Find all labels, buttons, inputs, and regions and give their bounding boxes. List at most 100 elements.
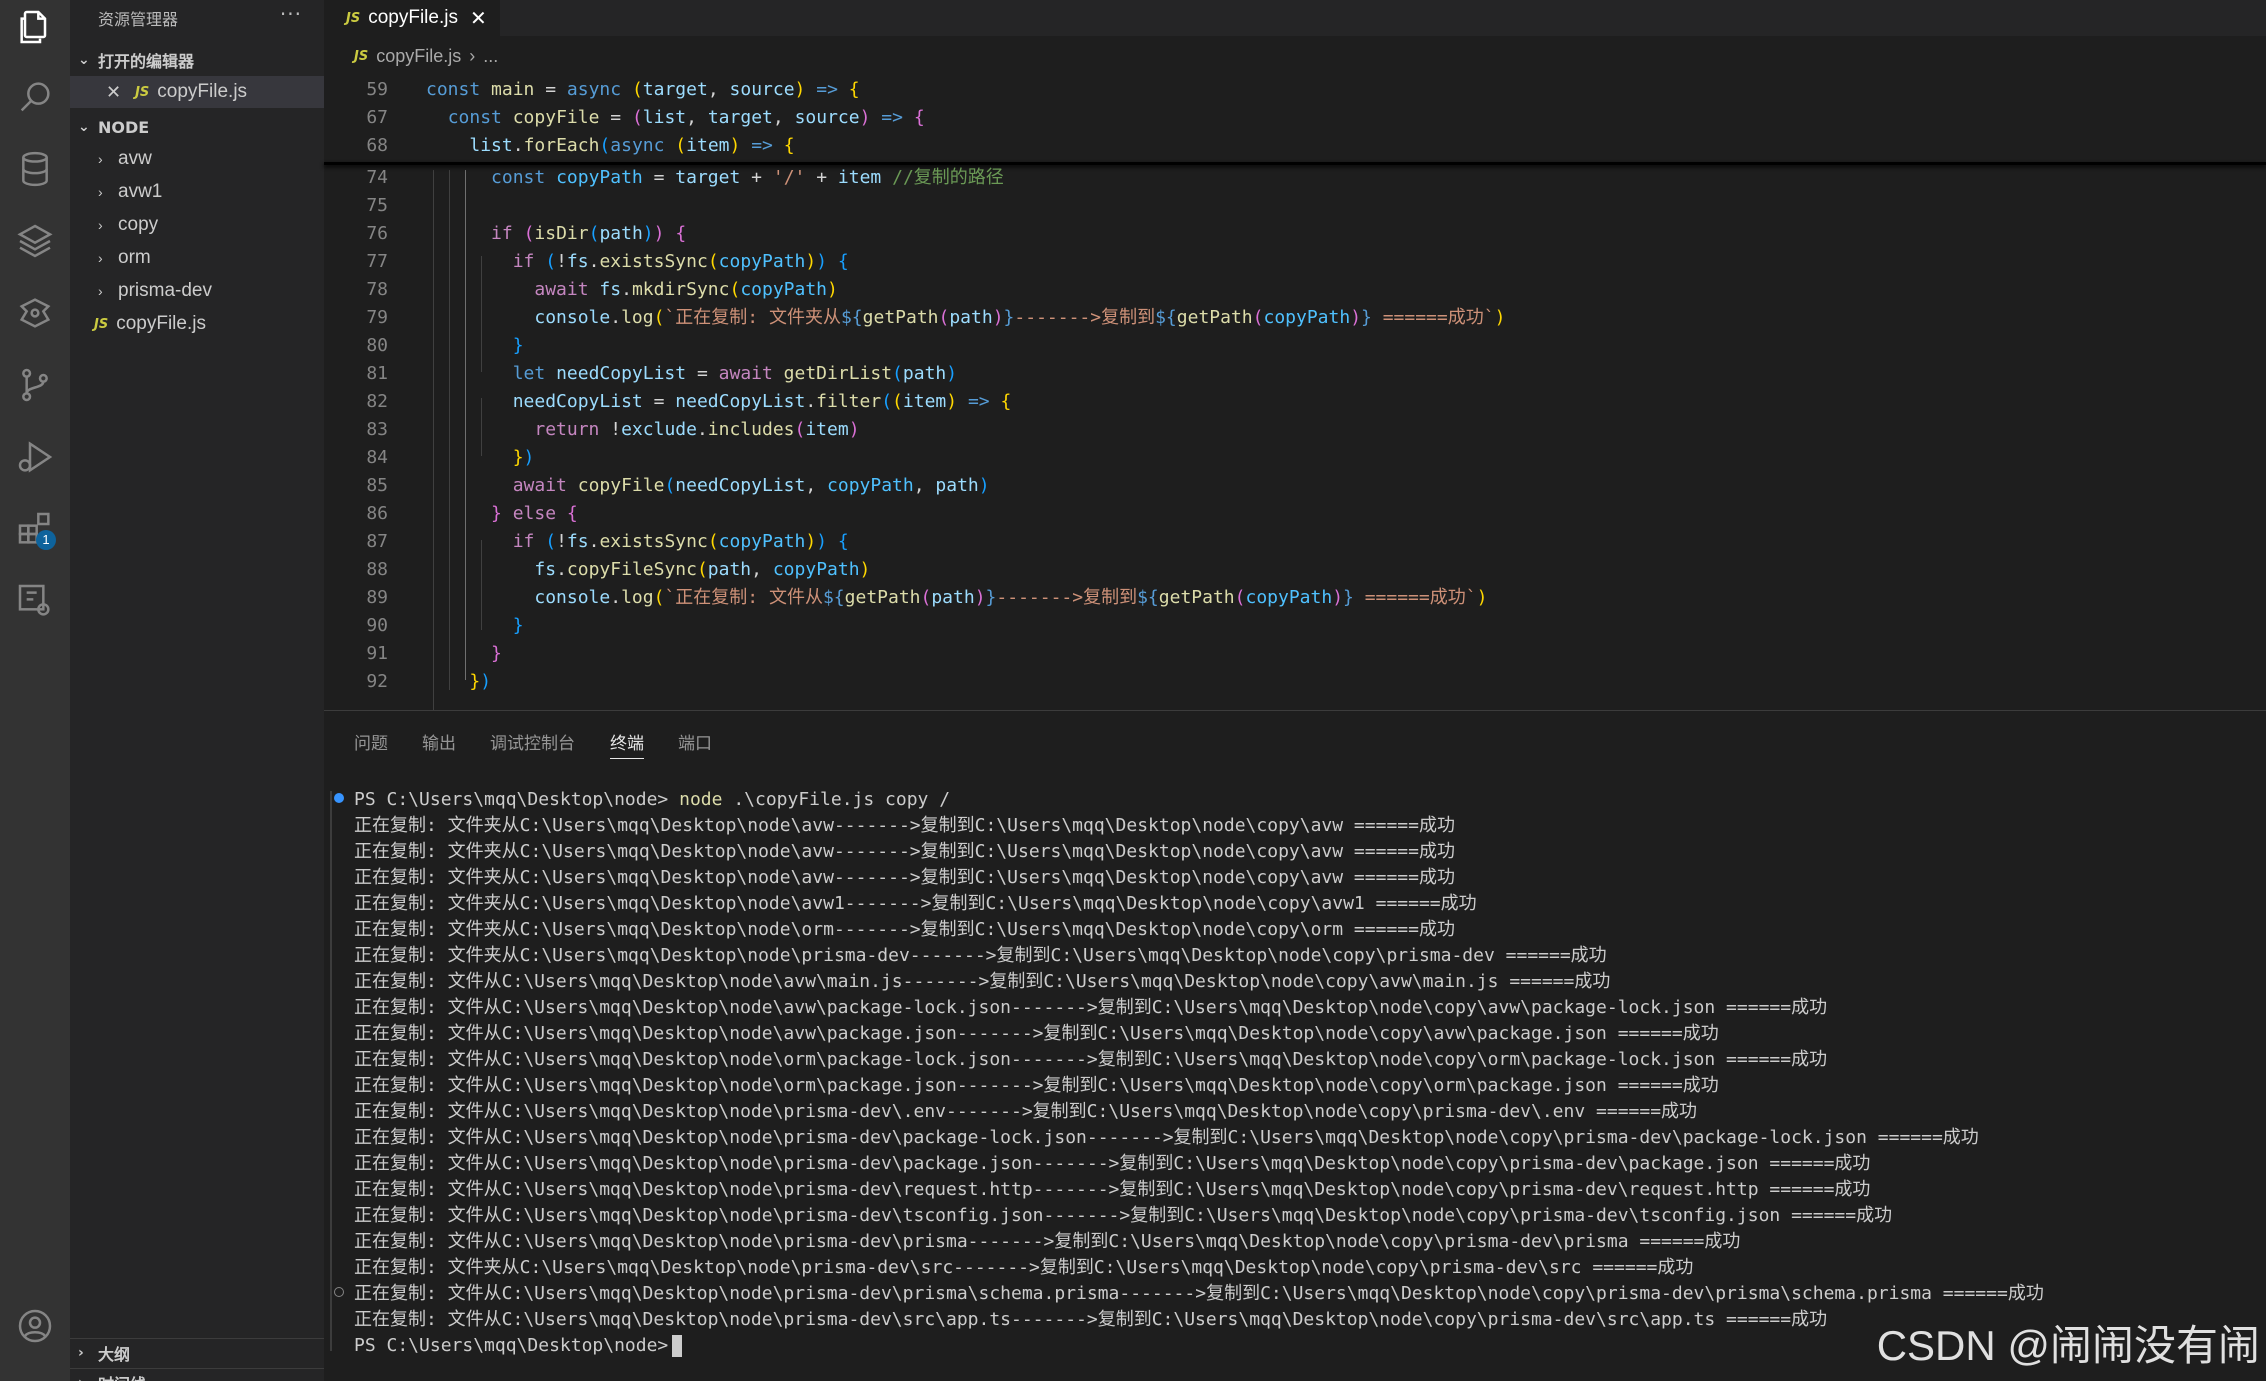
activity-bar: 1	[0, 0, 70, 1381]
code-line[interactable]: 88 fs.copyFileSync(path, copyPath)	[324, 556, 2266, 584]
tab-copyfile-js[interactable]: JS copyFile.js ✕	[324, 0, 500, 36]
timeline-header[interactable]: › 时间线	[70, 1368, 324, 1381]
sidebar-title: 资源管理器	[98, 10, 179, 29]
code-line[interactable]: 87 if (!fs.existsSync(copyPath)) {	[324, 528, 2266, 556]
tree-item-label: copyFile.js	[116, 313, 206, 334]
code-line[interactable]: 79 console.log(`正在复制: 文件夹从${getPath(path…	[324, 304, 2266, 332]
tree-item-label: avw1	[118, 181, 163, 202]
code-line[interactable]: 74 const copyPath = target + '/' + item …	[324, 164, 2266, 192]
close-icon[interactable]: ✕	[470, 6, 487, 31]
js-file-icon: JS	[354, 49, 369, 64]
extensions-badge: 1	[36, 530, 56, 550]
account-icon[interactable]	[12, 1303, 58, 1349]
code-line[interactable]: 76 if (isDir(path)) {	[324, 220, 2266, 248]
database-icon[interactable]	[12, 146, 58, 192]
terminal-output-line: 正在复制: 文件从C:\Users\mqq\Desktop\node\orm\p…	[354, 1049, 1828, 1070]
extensions-alt-icon[interactable]	[12, 290, 58, 336]
tree-item-avw[interactable]: › avw	[70, 143, 324, 175]
code-line[interactable]: 59 const main = async (target, source) =>…	[324, 76, 2266, 104]
terminal-output-line: 正在复制: 文件夹从C:\Users\mqq\Desktop\node\pris…	[354, 945, 1607, 966]
code-line[interactable]: 92 })	[324, 668, 2266, 696]
terminal-output-line: 正在复制: 文件从C:\Users\mqq\Desktop\node\prism…	[354, 1179, 1871, 1200]
chevron-right-icon: ›	[98, 217, 103, 233]
more-actions-button[interactable]: ···	[280, 2, 302, 26]
chevron-right-icon: ›	[98, 151, 103, 167]
terminal-output-line: 正在复制: 文件从C:\Users\mqq\Desktop\node\prism…	[354, 1205, 1893, 1226]
terminal-output-line: 正在复制: 文件从C:\Users\mqq\Desktop\node\orm\p…	[354, 1075, 1719, 1096]
code-line[interactable]: 67 const copyFile = (list, target, sourc…	[324, 104, 2266, 132]
terminal-command-line[interactable]: PS C:\Users\mqq\Desktop\node> node .\cop…	[354, 787, 950, 813]
code-line[interactable]: 81 let needCopyList = await getDirList(p…	[324, 360, 2266, 388]
outline-title: 大纲	[98, 1344, 131, 1364]
command-pending-icon	[334, 1287, 344, 1297]
tab-output[interactable]: 输出	[422, 729, 456, 754]
terminal-prompt-line[interactable]: PS C:\Users\mqq\Desktop\node>	[354, 1333, 683, 1359]
timeline-title: 时间线	[98, 1371, 146, 1381]
code-line[interactable]: 85 await copyFile(needCopyList, copyPath…	[324, 472, 2266, 500]
run-debug-icon[interactable]	[12, 434, 58, 480]
watermark: CSDN @闹闹没有闹	[1876, 1322, 2260, 1369]
breadcrumb-rest[interactable]: ...	[483, 46, 498, 67]
code-line[interactable]: 77 if (!fs.existsSync(copyPath)) {	[324, 248, 2266, 276]
terminal-cursor	[672, 1335, 683, 1357]
tab-problems[interactable]: 问题	[354, 729, 388, 754]
tree-item-copy[interactable]: › copy	[70, 209, 324, 241]
terminal-gutter	[330, 791, 332, 1351]
js-file-icon: JS	[346, 10, 361, 26]
tree-item-label: avw	[118, 148, 152, 169]
outline-header[interactable]: › 大纲	[70, 1338, 324, 1366]
terminal-output-line: 正在复制: 文件夹从C:\Users\mqq\Desktop\node\pris…	[354, 1257, 1694, 1278]
terminal-output-line: 正在复制: 文件从C:\Users\mqq\Desktop\node\prism…	[354, 1309, 1828, 1330]
code-line[interactable]: 82 needCopyList = needCopyList.filter((i…	[324, 388, 2266, 416]
chevron-down-icon: ⌄	[78, 119, 90, 135]
chevron-right-icon: ›	[78, 1344, 84, 1361]
open-editors-title: 打开的编辑器	[98, 52, 195, 71]
tab-bar: JS copyFile.js ✕	[324, 0, 2266, 36]
tree-item-orm[interactable]: › orm	[70, 242, 324, 274]
tree-item-prisma-dev[interactable]: › prisma-dev	[70, 275, 324, 307]
code-line[interactable]: 78 await fs.mkdirSync(copyPath)	[324, 276, 2266, 304]
chevron-right-icon: ›	[469, 46, 476, 66]
code-line[interactable]: 89 console.log(`正在复制: 文件从${getPath(path)…	[324, 584, 2266, 612]
chevron-down-icon: ⌄	[78, 52, 90, 68]
code-line[interactable]: 86 } else {	[324, 500, 2266, 528]
tab-terminal[interactable]: 终端	[610, 729, 644, 759]
js-file-icon: JS	[94, 316, 109, 332]
code-line[interactable]: 68 list.forEach(async (item) => {	[324, 132, 2266, 160]
code-line[interactable]: 75	[324, 192, 2266, 220]
source-control-icon[interactable]	[12, 362, 58, 408]
chevron-right-icon: ›	[78, 1375, 98, 1381]
tab-debug-console[interactable]: 调试控制台	[490, 729, 575, 754]
terminal-output-line: 正在复制: 文件夹从C:\Users\mqq\Desktop\node\avw-…	[354, 815, 1455, 836]
explorer-icon[interactable]	[12, 4, 58, 50]
chevron-right-icon: ›	[98, 250, 103, 266]
code-line[interactable]: 83 return !exclude.includes(item)	[324, 416, 2266, 444]
terminal-output-line: 正在复制: 文件夹从C:\Users\mqq\Desktop\node\orm-…	[354, 919, 1455, 940]
terminal-output-line: 正在复制: 文件从C:\Users\mqq\Desktop\node\prism…	[354, 1101, 1698, 1122]
layers-icon[interactable]	[12, 218, 58, 264]
open-editor-item[interactable]: ✕ JS copyFile.js	[70, 76, 324, 108]
code-line[interactable]: 80 }	[324, 332, 2266, 360]
tree-item-label: orm	[118, 247, 151, 268]
extensions-icon[interactable]: 1	[12, 506, 58, 552]
remote-icon[interactable]	[12, 578, 58, 624]
bottom-panel: 问题 输出 调试控制台 终端 端口 PS C:\Users\mqq\Deskto…	[324, 710, 2266, 1381]
code-line[interactable]: 84 })	[324, 444, 2266, 472]
open-editors-header[interactable]: ⌄ 打开的编辑器	[70, 46, 324, 74]
command-success-icon	[334, 793, 344, 803]
terminal-output-line: 正在复制: 文件夹从C:\Users\mqq\Desktop\node\avw-…	[354, 867, 1455, 888]
breadcrumb-file[interactable]: copyFile.js	[376, 46, 461, 67]
code-line[interactable]: 90 }	[324, 612, 2266, 640]
search-icon[interactable]	[12, 74, 58, 120]
tree-item-avw1[interactable]: › avw1	[70, 176, 324, 208]
folder-header[interactable]: ⌄ NODE	[70, 113, 324, 141]
editor-area: JS copyFile.js ✕ JS copyFile.js › ... 59…	[324, 0, 2266, 710]
terminal-output-line: 正在复制: 文件夹从C:\Users\mqq\Desktop\node\avw1…	[354, 893, 1477, 914]
tab-ports[interactable]: 端口	[678, 729, 712, 754]
explorer-sidebar: 资源管理器 ··· ⌄ 打开的编辑器 ✕ JS copyFile.js ⌄ NO…	[70, 0, 324, 1381]
chevron-right-icon: ›	[98, 283, 103, 299]
close-icon[interactable]: ✕	[106, 82, 121, 103]
tree-item-copyfile-js[interactable]: JS copyFile.js	[70, 308, 324, 340]
code-line[interactable]: 91 }	[324, 640, 2266, 668]
tree-item-label: copy	[118, 214, 159, 235]
